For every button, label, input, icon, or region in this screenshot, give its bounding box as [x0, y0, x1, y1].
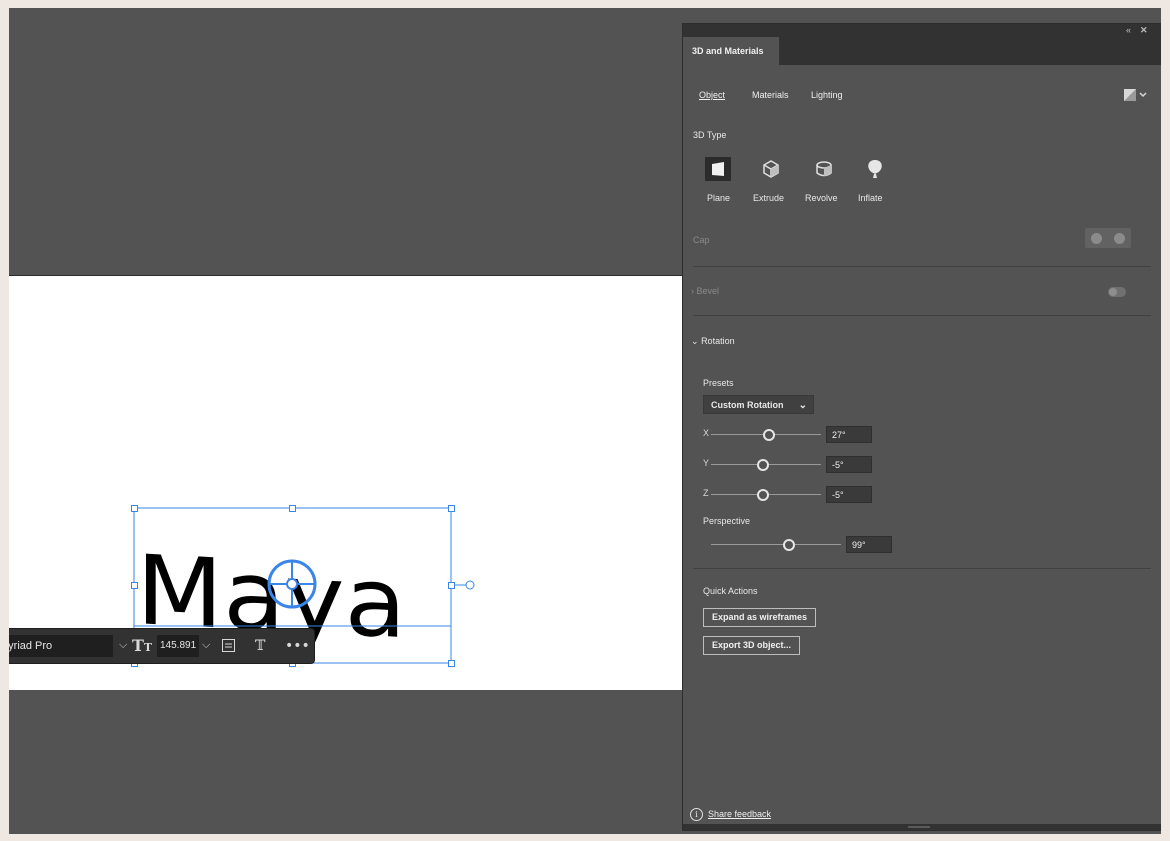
inflate-label: Inflate [858, 193, 883, 203]
z-rotation-field[interactable]: -5° [826, 486, 872, 503]
plane-icon [712, 162, 724, 176]
panel-title-bar[interactable]: « ✕ [683, 24, 1161, 37]
chevron-down-icon: ⌄ [691, 336, 699, 346]
font-family-value: Myriad Pro [9, 640, 53, 652]
more-options-icon[interactable]: ••• [285, 635, 310, 657]
bevel-toggle [1108, 287, 1126, 297]
z-rotation-slider-thumb[interactable] [757, 489, 769, 501]
text-object[interactable]: Maya [131, 505, 475, 667]
z-rotation-value: -5° [832, 490, 844, 500]
tab-3d-materials[interactable]: 3D and Materials [683, 37, 779, 65]
resize-grip-icon [908, 826, 930, 828]
cap-on-icon [1091, 232, 1102, 244]
divider [693, 266, 1151, 267]
rotation-widget-icon[interactable] [267, 559, 317, 609]
contextual-task-bar: Myriad Pro ⌵ TT 145.891 pt ⌵ 𝕋 ••• [9, 628, 315, 664]
extrude-icon [763, 160, 779, 178]
resize-handle-nw[interactable] [131, 505, 138, 512]
close-panel-icon[interactable]: ✕ [1140, 25, 1148, 36]
rotation-presets-dropdown[interactable]: Custom Rotation ⌄ [703, 395, 814, 414]
resize-handle-w[interactable] [131, 582, 138, 589]
revolve-button[interactable] [811, 157, 837, 181]
revolve-label: Revolve [805, 193, 838, 203]
font-family-chevron-icon[interactable]: ⌵ [119, 639, 127, 652]
cap-off-icon [1114, 232, 1125, 244]
quick-actions-heading: Quick Actions [703, 586, 758, 596]
rotation-heading: Rotation [701, 336, 735, 346]
perspective-value: 99° [852, 540, 866, 550]
x-axis-label: X [703, 428, 710, 438]
expand-as-wireframes-button[interactable]: Expand as wireframes [703, 608, 817, 627]
font-size-field[interactable]: 145.891 pt [157, 635, 199, 657]
revolve-icon [816, 161, 832, 177]
info-icon: i [690, 808, 703, 821]
resize-handle-se[interactable] [448, 660, 455, 667]
3d-type-heading: 3D Type [693, 130, 727, 140]
bevel-label: Bevel [696, 286, 720, 296]
y-axis-label: Y [703, 458, 710, 468]
plane-button[interactable] [705, 157, 731, 181]
z-axis-label: Z [703, 488, 709, 498]
font-family-field[interactable]: Myriad Pro [9, 635, 113, 657]
resize-handle-ne[interactable] [448, 505, 455, 512]
perspective-slider-track[interactable] [711, 544, 841, 545]
x-rotation-value: 27° [832, 430, 846, 440]
character-options-icon[interactable]: 𝕋 [255, 635, 265, 657]
y-rotation-field[interactable]: -5° [826, 456, 872, 473]
rotation-presets-value: Custom Rotation [711, 400, 784, 410]
paragraph-align-icon[interactable] [222, 635, 235, 657]
extrude-button[interactable] [758, 157, 784, 181]
resize-handle-e[interactable] [448, 582, 455, 589]
perspective-field[interactable]: 99° [846, 536, 892, 553]
illustrator-workspace: Maya yriad Pro ⌵ TT 145.891 ⌵ 𝕋 ••• « ✕ … [9, 8, 1161, 834]
font-size-icon: TT [132, 636, 153, 655]
font-size-value: 145.891 pt [160, 640, 199, 651]
chevron-down-icon: ⌄ [798, 400, 807, 411]
plane-label: Plane [707, 193, 731, 203]
inflate-button[interactable] [862, 157, 888, 181]
cap-toggle-buttons [1085, 228, 1131, 248]
tab-materials[interactable]: Materials [752, 90, 789, 100]
resize-handle-n[interactable] [289, 505, 296, 512]
3d-materials-panel: « ✕ 3D and Materials Object Materials Li… [682, 23, 1161, 831]
divider [693, 315, 1151, 316]
y-rotation-value: -5° [832, 460, 844, 470]
y-rotation-slider-thumb[interactable] [757, 459, 769, 471]
tab-lighting[interactable]: Lighting [811, 90, 843, 100]
presets-label: Presets [703, 378, 734, 388]
export-3d-object-button[interactable]: Export 3D object... [703, 636, 801, 655]
render-settings-icon[interactable] [1124, 88, 1148, 104]
tab-object[interactable]: Object [699, 90, 725, 100]
cap-label: Cap [693, 235, 710, 245]
divider [693, 568, 1151, 569]
perspective-label: Perspective [703, 516, 751, 526]
font-size-chevron-icon[interactable]: ⌵ [202, 639, 210, 652]
text-path-handle[interactable] [465, 580, 475, 590]
share-feedback-link[interactable]: i Share feedback [690, 808, 771, 821]
x-rotation-field[interactable]: 27° [826, 426, 872, 443]
perspective-slider-thumb[interactable] [783, 539, 795, 551]
panel-tab-bar: 3D and Materials [683, 37, 1161, 65]
panel-resize-bar[interactable] [683, 824, 1161, 830]
extrude-label: Extrude [753, 193, 785, 203]
inflate-icon [868, 160, 882, 178]
x-rotation-slider-thumb[interactable] [763, 429, 775, 441]
collapse-panel-icon[interactable]: « [1126, 25, 1131, 35]
share-feedback-label: Share feedback [708, 809, 772, 819]
rotation-expander[interactable]: ⌄ Rotation [691, 336, 735, 347]
bevel-expander: › Bevel [691, 286, 720, 296]
